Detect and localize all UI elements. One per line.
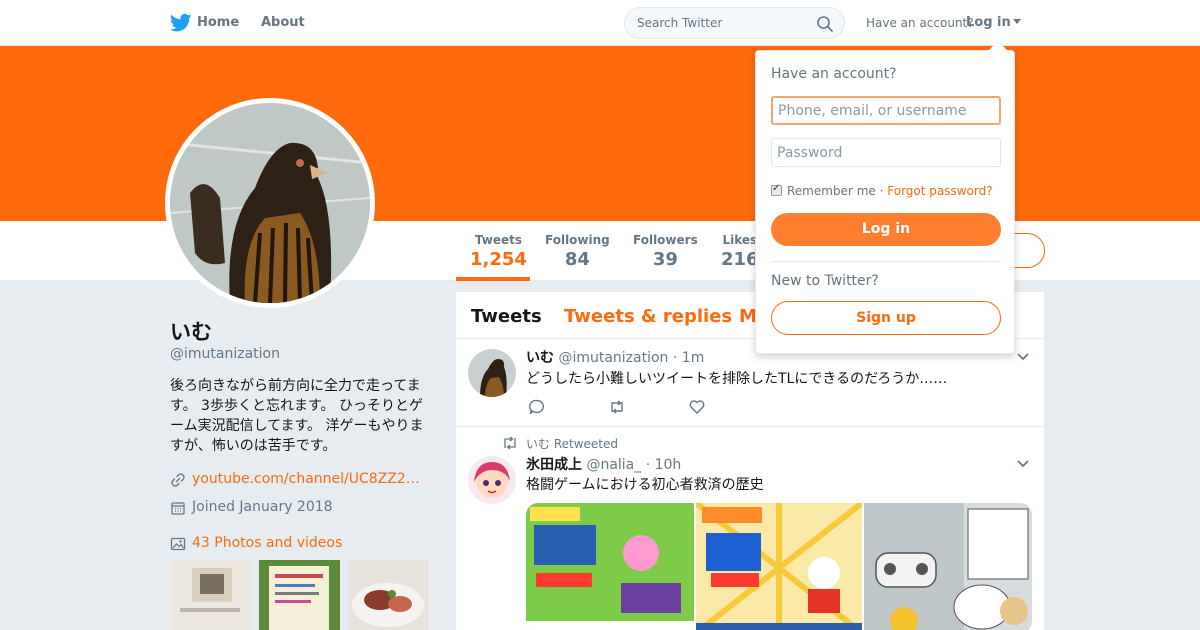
media-panel-image[interactable] [526,503,694,630]
stat-followers[interactable]: Followers 39 [633,233,698,270]
profile-name[interactable]: いむ [170,316,212,346]
tweet-avatar[interactable] [468,456,516,504]
stat-tweets[interactable]: Tweets 1,254 [470,233,527,270]
forgot-password-link[interactable]: Forgot password? [887,184,992,198]
dropdown-arrow [988,41,1008,51]
stat-value[interactable]: 39 [633,249,698,270]
login-menu-label[interactable]: Log in [966,15,1011,30]
profile-avatar[interactable] [165,98,375,308]
tweet-author-name[interactable]: いむ [526,350,554,366]
retweeted-by[interactable]: いむ Retweeted [526,435,618,452]
stat-value[interactable]: 216 [721,249,759,270]
stat-likes[interactable]: Likes 216 [721,233,759,270]
login-menu-link[interactable]: Log in [966,15,1021,30]
tweet-author-handle[interactable]: @imutanization [558,350,668,366]
chevron-down-icon[interactable] [1016,352,1030,362]
stat-following[interactable]: Following 84 [545,233,610,270]
avatar-bird-photo [169,103,371,304]
separator-dot: · [879,184,884,198]
media-panel-image[interactable] [696,503,862,630]
new-to-twitter-text: New to Twitter? [771,273,879,289]
joined-date: Joined January 2018 [192,499,333,515]
caret-down-icon[interactable] [1012,19,1021,24]
tweet-header: いむ @imutanization · 1m [526,347,704,367]
tweet-avatar[interactable] [468,349,516,397]
username-field[interactable] [771,96,1001,125]
have-account-text: Have an account? [866,16,974,30]
stat-value[interactable]: 84 [545,249,610,270]
dropdown-title: Have an account? [771,66,897,82]
login-button[interactable]: Log in [771,213,1001,246]
stat-label[interactable]: Following [545,233,610,247]
profile-handle[interactable]: @imutanization [170,346,280,362]
top-nav: Home About Search Twitter Have an accoun… [0,0,1200,46]
nav-home-link[interactable]: Home [197,15,239,30]
tweet-text: どうしたら小難しいツイートを排除したTLにできるのだろうか…… [526,371,948,387]
chevron-down-icon[interactable] [1016,459,1030,469]
retweet-icon[interactable] [608,398,626,416]
photo-thumbnail[interactable] [170,560,251,630]
retweet-icon [504,436,516,450]
calendar-icon [171,502,185,515]
tab-tweets-replies[interactable]: Tweets & replies [564,306,732,327]
reply-icon[interactable] [528,398,546,416]
nav-about-link[interactable]: About [261,15,305,30]
profile-bio: 後ろ向きながら前方向に全力で走ってます。 3歩歩くと忘れます。 ひっそりとゲーム… [170,378,424,454]
photos-link[interactable]: 43 Photos and videos [192,535,342,551]
heart-icon[interactable] [688,398,706,416]
stat-value[interactable]: 1,254 [470,249,527,270]
profile-link[interactable]: youtube.com/channel/UC8ZZ2… [192,471,420,487]
tweet-media[interactable] [526,503,1032,630]
twitter-bird-icon[interactable] [170,13,192,33]
tweet-time[interactable]: · 10h [646,457,682,473]
remember-label[interactable]: Remember me [787,184,876,198]
stat-label[interactable]: Tweets [470,233,527,247]
divider [771,261,1001,262]
active-tab-underline [456,277,530,281]
tweet-time[interactable]: · 1m [673,350,704,366]
tweet-author-name[interactable]: 氷田成上 [526,457,582,473]
photo-thumbnail[interactable] [348,560,429,630]
tweet-text: 格闘ゲームにおける初心者救済の歴史 [526,477,764,493]
stat-label[interactable]: Followers [633,233,698,247]
login-dropdown: Have an account? Remember me · Forgot pa… [755,50,1015,354]
media-panel-image[interactable] [864,503,1032,630]
tweet-author-handle[interactable]: @nalia_ [586,457,641,473]
search-box[interactable]: Search Twitter [624,7,845,39]
photo-icon [170,537,186,551]
signup-button[interactable]: Sign up [771,301,1001,335]
tab-tweets[interactable]: Tweets [471,306,542,327]
tweet-header: 氷田成上 @nalia_ · 10h [526,454,681,474]
search-icon[interactable] [816,15,834,33]
search-input[interactable]: Search Twitter [637,16,722,30]
stat-label[interactable]: Likes [721,233,759,247]
link-icon [171,473,185,487]
photo-thumbnail[interactable] [259,560,340,630]
remember-row: Remember me · Forgot password? [771,183,993,198]
password-field[interactable] [771,138,1001,167]
remember-checkbox[interactable] [771,183,782,196]
